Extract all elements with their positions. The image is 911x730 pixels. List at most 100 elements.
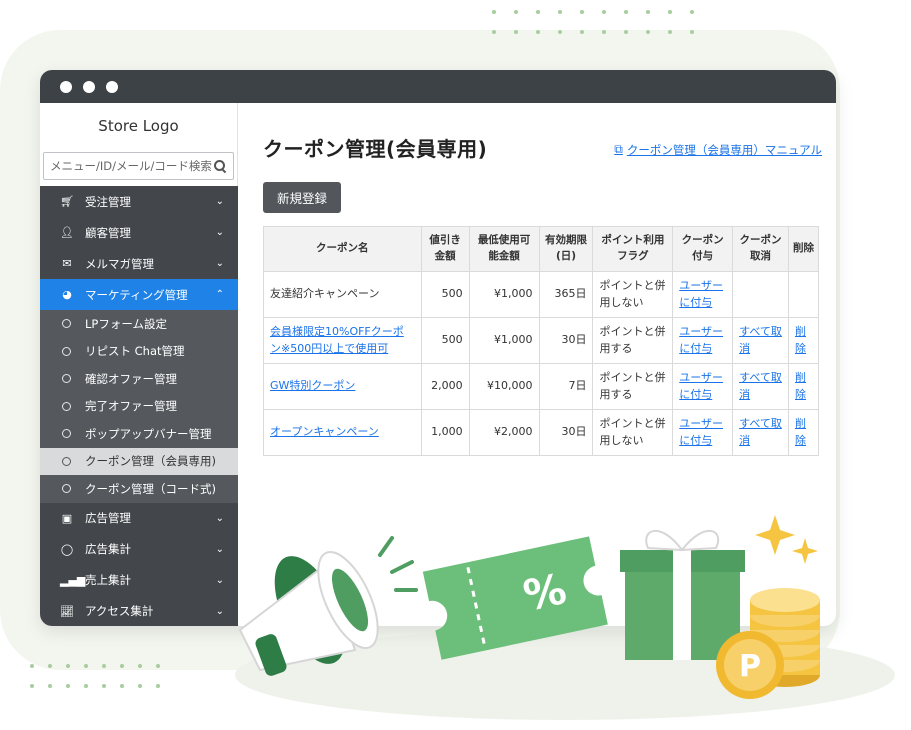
delete-link[interactable]: 削除: [787, 317, 820, 364]
window-titlebar: [40, 70, 836, 103]
sidebar-item-label: 広告管理: [85, 511, 131, 525]
sidebar-item-orders[interactable]: 🛒︎ 受注管理 ⌄: [40, 186, 238, 217]
point-flag-cell: ポイントと併用する: [592, 363, 674, 410]
subitem-lp-form[interactable]: LPフォーム設定: [40, 310, 238, 338]
chevron-down-icon: ⌄: [215, 574, 224, 586]
col-header: 値引き金額: [420, 226, 470, 272]
cancel-link[interactable]: すべて取消: [732, 409, 789, 456]
chevron-down-icon: ⌄: [215, 605, 224, 617]
col-header: クーポン付与: [672, 226, 734, 272]
table-row: GW特別クーポン 2,000 ¥10,000 7日 ポイントと併用する ユーザー…: [263, 363, 820, 410]
coupon-ticket-icon: %: [422, 536, 608, 660]
sparkle-icon: [755, 515, 818, 564]
user-gear-icon: 👤︎: [60, 226, 74, 239]
col-header: ポイント利用フラグ: [592, 226, 674, 272]
decorative-dot: [536, 10, 540, 14]
store-logo[interactable]: Store Logo: [40, 103, 238, 148]
decorative-dot: [624, 10, 628, 14]
circle-bullet-icon: [62, 401, 71, 411]
decorative-dot: [558, 30, 562, 34]
col-header: 有効期限(日): [538, 226, 594, 272]
circle-bullet-icon: [62, 429, 71, 439]
decorative-dot: [156, 664, 160, 668]
table-row: 会員様限定10%OFFクーポン※500円以上で使用可 500 ¥1,000 30…: [263, 317, 820, 364]
subitem-popup-banner[interactable]: ポップアップバナー管理: [40, 420, 238, 448]
decorative-dot: [646, 10, 650, 14]
grant-link[interactable]: ユーザーに付与: [672, 271, 734, 318]
subitem-confirm-offer[interactable]: 確認オファー管理: [40, 365, 238, 393]
sidebar-item-ads[interactable]: ▣ 広告管理 ⌄: [40, 503, 238, 534]
circle-bullet-icon: [62, 319, 71, 329]
coupon-table: クーポン名 値引き金額 最低使用可能金額 有効期限(日) ポイント利用フラグ ク…: [263, 226, 820, 456]
col-header: 削除: [787, 226, 820, 272]
subitem-complete-offer[interactable]: 完了オファー管理: [40, 392, 238, 420]
subitem-label: リピスト Chat管理: [85, 344, 185, 359]
days-cell: 7日: [538, 363, 594, 410]
sidebar-item-label: メルマガ管理: [85, 256, 154, 271]
sidebar-item-label: 受注管理: [85, 194, 131, 209]
delete-link[interactable]: 削除: [787, 363, 820, 410]
line-chart-icon: 📈︎: [60, 604, 74, 618]
sidebar-item-access-stats[interactable]: 📈︎ アクセス集計 ⌄: [40, 596, 238, 627]
sidebar-item-label: 顧客管理: [85, 225, 131, 240]
table-row: オープンキャンペーン 1,000 ¥2,000 30日 ポイントと併用しない ユ…: [263, 409, 820, 456]
ad-icon: ▣: [61, 511, 73, 525]
sidebar-item-customers[interactable]: 👤︎ 顧客管理 ⌄: [40, 217, 238, 248]
coupon-name-link[interactable]: オープンキャンペーン: [263, 409, 422, 456]
delete-link: [787, 271, 820, 318]
header-row: クーポン管理(会員専用) ⧉ クーポン管理（会員専用）マニュアル: [263, 133, 822, 162]
sidebar-item-ad-stats[interactable]: ◯ 広告集計 ⌄: [40, 534, 238, 565]
search-icon[interactable]: [213, 159, 227, 173]
decorative-dot: [156, 684, 160, 688]
sidebar-item-mailmag[interactable]: ✉ メルマガ管理 ⌄: [40, 248, 238, 279]
discount-cell: 2,000: [420, 363, 470, 410]
grant-link[interactable]: ユーザーに付与: [672, 317, 734, 364]
decorative-dot: [66, 684, 70, 688]
coin-letter: P: [739, 649, 761, 684]
pie-chart-icon: ◕: [62, 288, 72, 301]
chevron-down-icon: ⌄: [215, 258, 224, 269]
decorative-dot: [580, 30, 584, 34]
subitem-label: 完了オファー管理: [85, 399, 177, 414]
point-coin-icon: P: [716, 631, 784, 699]
manual-link-label: クーポン管理（会員専用）マニュアル: [626, 142, 822, 157]
decorative-dot: [558, 10, 562, 14]
subitem-repist-chat[interactable]: リピスト Chat管理: [40, 337, 238, 365]
subitem-label: LPフォーム設定: [85, 316, 167, 331]
grant-link[interactable]: ユーザーに付与: [672, 409, 734, 456]
search-input[interactable]: [50, 159, 213, 173]
decorative-dot: [646, 30, 650, 34]
manual-link[interactable]: ⧉ クーポン管理（会員専用）マニュアル: [614, 142, 822, 158]
point-flag-cell: ポイントと併用しない: [592, 271, 674, 318]
cancel-link[interactable]: すべて取消: [732, 317, 789, 364]
table-header-row: クーポン名 値引き金額 最低使用可能金額 有効期限(日) ポイント利用フラグ ク…: [263, 226, 820, 272]
gift-box-icon: [620, 529, 745, 660]
decorative-dots-left: [30, 664, 160, 688]
coupon-name-link[interactable]: GW特別クーポン: [263, 363, 422, 410]
sidebar-item-marketing[interactable]: ◕ マーケティング管理 ⌃: [40, 279, 238, 310]
decorative-dot: [48, 684, 52, 688]
window-dot-1: [60, 80, 72, 93]
delete-link[interactable]: 削除: [787, 409, 820, 456]
window-dot-2: [83, 80, 95, 93]
coupon-name-link[interactable]: 会員様限定10%OFFクーポン※500円以上で使用可: [263, 317, 422, 364]
min-amount-cell: ¥1,000: [468, 317, 540, 364]
sidebar: Store Logo 🛒︎ 受注管理 ⌄ 👤︎ 顧客管理 ⌄ ✉ メルマガ管理 …: [40, 103, 238, 626]
coupon-name: 友達紹介キャンペーン: [263, 271, 422, 318]
subitem-coupon-code[interactable]: クーポン管理（コード式): [40, 475, 238, 503]
grant-link[interactable]: ユーザーに付与: [672, 363, 734, 410]
table-row: 友達紹介キャンペーン 500 ¥1,000 365日 ポイントと併用しない ユー…: [263, 271, 820, 318]
subitem-coupon-member[interactable]: クーポン管理（会員専用): [40, 447, 238, 475]
cancel-link[interactable]: すべて取消: [732, 363, 789, 410]
cart-icon: 🛒︎: [60, 195, 74, 208]
decorative-dot: [120, 684, 124, 688]
circle-bullet-icon: [62, 456, 71, 466]
new-register-button[interactable]: 新規登録: [263, 182, 342, 213]
discount-cell: 1,000: [420, 409, 470, 456]
sidebar-item-label: アクセス集計: [85, 604, 154, 618]
search-box: [43, 152, 234, 180]
decorative-dot: [30, 684, 34, 688]
decorative-dot: [668, 10, 672, 14]
megaphone-icon: [238, 536, 418, 676]
sidebar-item-sales-stats[interactable]: ▂▄▆ 売上集計 ⌄: [40, 565, 238, 596]
